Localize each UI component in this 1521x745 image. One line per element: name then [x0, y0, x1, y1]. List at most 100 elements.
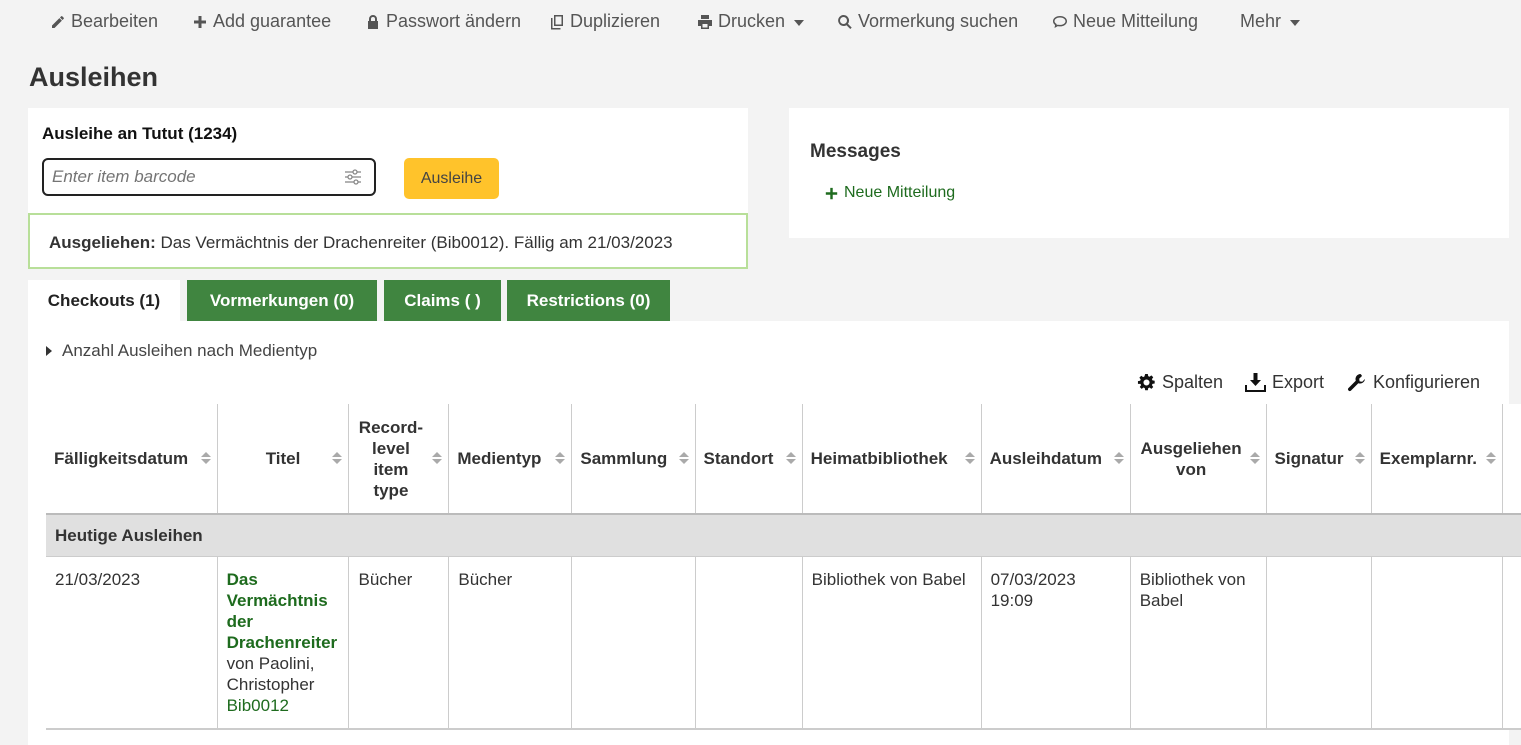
lock-icon: [368, 14, 378, 29]
toolbar: Bearbeiten Add guarantee Passwort ändern…: [0, 0, 1521, 46]
col-record-level-item-type-label: Record-level item type: [358, 417, 424, 500]
configure-button[interactable]: Konfigurieren: [1347, 372, 1480, 393]
col-title-label: Titel: [265, 449, 301, 468]
cell-checkout-date: 07/03/2023 19:09: [980, 556, 1131, 730]
tab-checkouts[interactable]: Checkouts (1): [28, 280, 180, 322]
plus-icon: [194, 15, 206, 28]
col-location[interactable]: Standort: [694, 404, 803, 515]
caret-right-icon: [46, 346, 52, 356]
messages-header: Messages: [810, 141, 901, 162]
col-checkout-date-label: Ausleihdatum: [989, 449, 1102, 468]
col-item-type-label: Medientyp: [457, 449, 542, 468]
new-message-toolbar-label: Neue Mitteilung: [1073, 11, 1199, 31]
sort-icon: [201, 452, 211, 464]
col-checkout-date[interactable]: Ausleihdatum: [980, 404, 1131, 515]
cell-item-type: Bücher: [448, 556, 572, 730]
author-text: von Paolini, Christopher: [226, 654, 315, 694]
col-due-date-label: Fälligkeitsdatum: [54, 449, 189, 468]
sort-icon: [332, 452, 342, 464]
sort-icon: [1486, 452, 1496, 464]
configure-label: Konfigurieren: [1373, 372, 1481, 392]
edit-button[interactable]: Bearbeiten: [50, 11, 158, 32]
checkouts-by-itemtype-toggle[interactable]: Anzahl Ausleihen nach Medientyp: [46, 341, 317, 361]
print-button[interactable]: Drucken: [697, 11, 805, 32]
cell-collection: [571, 556, 696, 730]
messages-panel: Messages Neue Mitteilung: [789, 108, 1509, 238]
tab-claims[interactable]: Claims ( ): [384, 280, 501, 322]
col-collection[interactable]: Sammlung: [571, 404, 696, 515]
cell-call-number: [1265, 556, 1372, 730]
cell-location: [694, 556, 803, 730]
col-record-level-item-type[interactable]: Record-level item type: [348, 404, 449, 515]
new-message-label: Neue Mitteilung: [844, 184, 956, 201]
duplicate-button[interactable]: Duplizieren: [549, 11, 660, 32]
sort-icon: [965, 452, 975, 464]
barcode-field[interactable]: [42, 158, 376, 196]
comment-icon: [1053, 15, 1067, 28]
col-due-date[interactable]: Fälligkeitsdatum: [46, 404, 218, 515]
search-hold-button[interactable]: Vormerkung suchen: [837, 11, 1018, 32]
checkouts-by-itemtype-label: Anzahl Ausleihen nach Medientyp: [62, 341, 318, 360]
alert-text: Ausgeliehen: Das Vermächtnis der Drachen…: [49, 233, 673, 253]
cell-record-level-item-type: Bücher: [348, 556, 449, 730]
col-overflow: [1501, 404, 1521, 515]
sort-icon: [1250, 452, 1260, 464]
col-call-number-label: Signatur: [1274, 449, 1344, 468]
change-password-button[interactable]: Passwort ändern: [365, 11, 521, 32]
cell-due-date: 21/03/2023: [46, 556, 218, 730]
export-button[interactable]: Export: [1245, 372, 1324, 393]
group-label: Heutige Ausleihen: [46, 514, 1521, 557]
download-icon: [1245, 373, 1266, 392]
sliders-icon[interactable]: [344, 169, 362, 185]
checkout-patron-label: Ausleihe an Tutut (1234): [42, 124, 238, 143]
add-guarantee-label: Add guarantee: [213, 11, 332, 31]
plus-icon: [825, 187, 838, 199]
copy-icon: [551, 14, 563, 29]
col-call-number[interactable]: Signatur: [1265, 404, 1372, 515]
sort-icon: [1114, 452, 1124, 464]
sort-icon: [679, 452, 689, 464]
pencil-icon: [52, 15, 64, 28]
alert-label: Ausgeliehen:: [49, 233, 156, 252]
col-title[interactable]: Titel: [216, 404, 349, 515]
cell-overflow: [1501, 556, 1521, 730]
col-copy-number[interactable]: Exemplarnr.: [1370, 404, 1503, 515]
export-label: Export: [1272, 372, 1325, 392]
checkouts-table: Fälligkeitsdatum Titel Record-level item…: [46, 404, 1521, 730]
col-collection-label: Sammlung: [580, 449, 668, 468]
chevron-down-icon: [794, 19, 805, 26]
barcode-input[interactable]: [52, 167, 332, 187]
sort-icon: [786, 452, 796, 464]
search-icon: [838, 14, 852, 29]
cell-home-library: Bibliothek von Babel: [801, 556, 982, 730]
col-checked-out-from[interactable]: Ausgeliehen von: [1129, 404, 1267, 515]
print-label: Drucken: [718, 11, 786, 31]
checked-out-alert: Ausgeliehen: Das Vermächtnis der Drachen…: [28, 213, 748, 269]
edit-label: Bearbeiten: [71, 11, 159, 31]
group-row: Heutige Ausleihen: [46, 514, 1521, 557]
col-copy-number-label: Exemplarnr.: [1379, 449, 1477, 468]
gear-icon: [1137, 373, 1155, 391]
cell-copy-number: [1370, 556, 1503, 730]
col-item-type[interactable]: Medientyp: [448, 404, 572, 515]
search-hold-label: Vormerkung suchen: [858, 11, 1019, 31]
title-link[interactable]: Das Vermächtnis der Drachenreiter: [227, 569, 340, 653]
checkout-button[interactable]: Ausleihe: [404, 158, 499, 199]
tab-restrictions[interactable]: Restrictions (0): [507, 280, 670, 322]
barcode-link[interactable]: Bib0012: [227, 695, 340, 716]
col-home-library[interactable]: Heimatbibliothek: [801, 404, 982, 515]
page-title: Ausleihen: [29, 62, 159, 92]
more-label: Mehr: [1240, 11, 1282, 31]
alert-message: Das Vermächtnis der Drachenreiter (Bib00…: [155, 233, 673, 252]
sort-icon: [555, 452, 565, 464]
tab-holds[interactable]: Vormerkungen (0): [187, 280, 377, 322]
new-message-toolbar-button[interactable]: Neue Mitteilung: [1052, 11, 1198, 32]
change-password-label: Passwort ändern: [386, 11, 522, 31]
more-dropdown[interactable]: Mehr: [1240, 11, 1301, 32]
new-message-link[interactable]: Neue Mitteilung: [825, 184, 955, 202]
wrench-icon: [1347, 373, 1365, 391]
add-guarantee-button[interactable]: Add guarantee: [192, 11, 331, 32]
col-location-label: Standort: [703, 449, 774, 468]
columns-button[interactable]: Spalten: [1137, 372, 1223, 393]
cell-title: Das Vermächtnis der Drachenreiter von Pa…: [216, 556, 349, 730]
